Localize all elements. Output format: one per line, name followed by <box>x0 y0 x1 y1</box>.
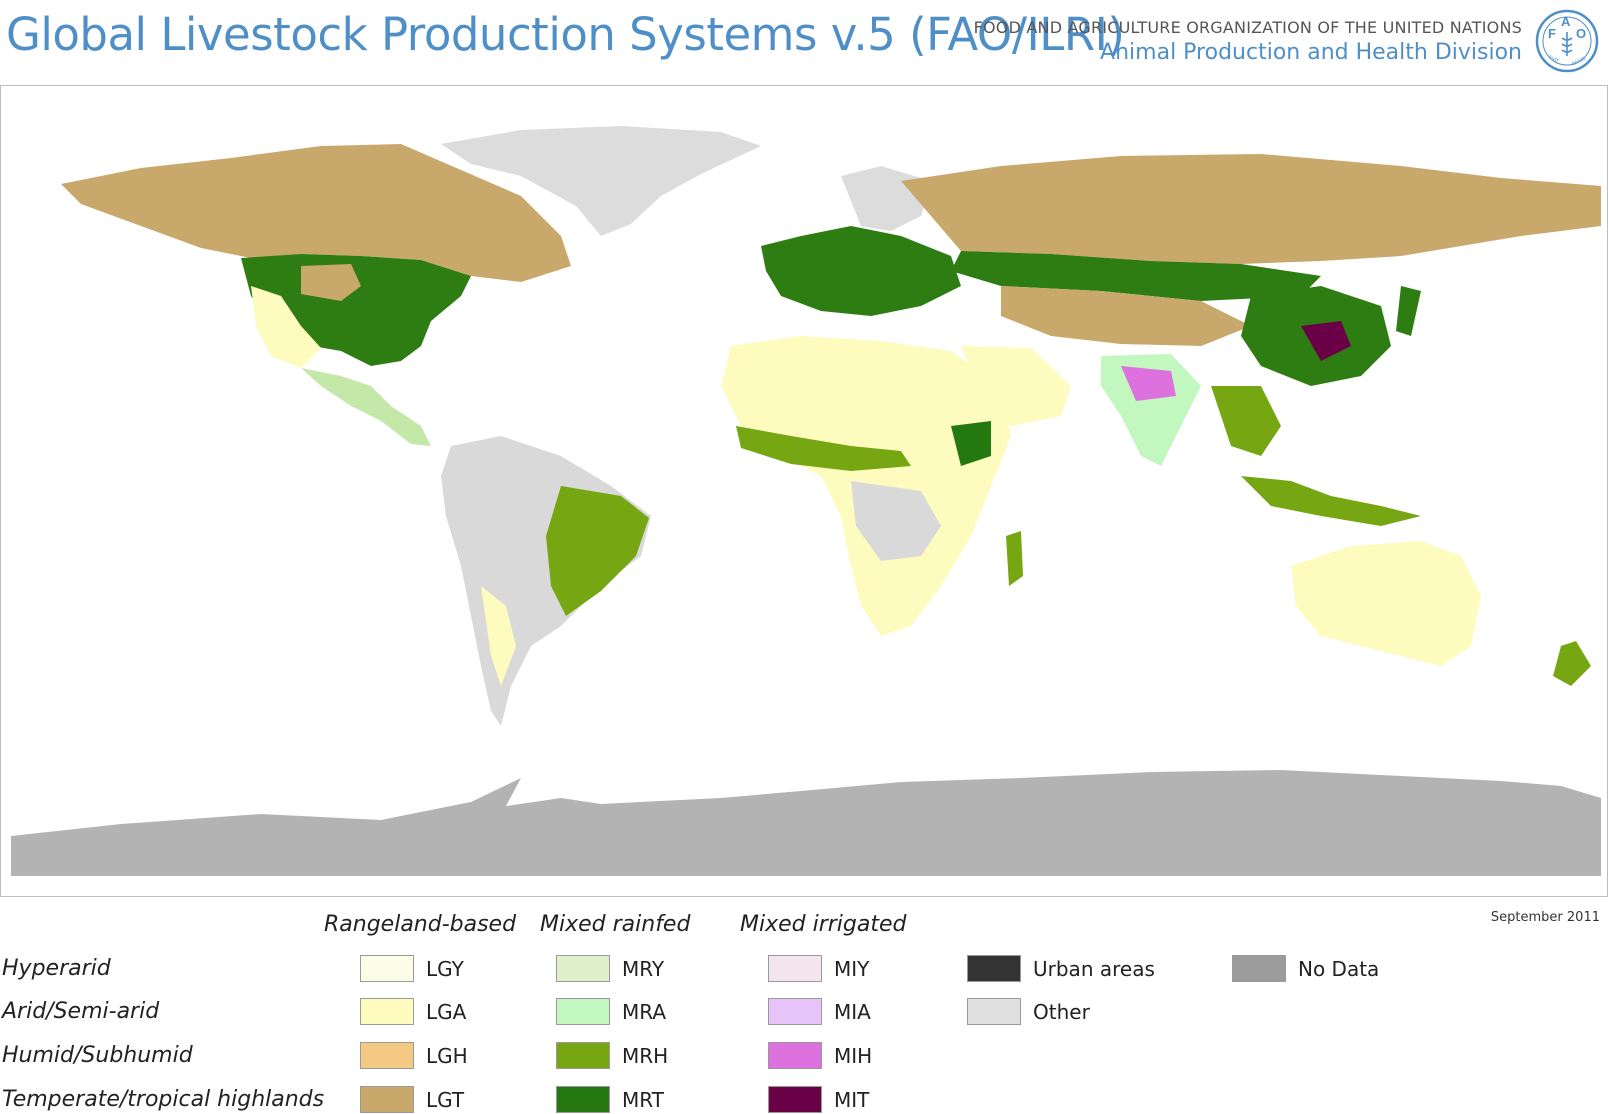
legend-swatch-mrt <box>556 1086 610 1113</box>
legend-swatch-mrh <box>556 1042 610 1069</box>
legend-swatch-mry <box>556 955 610 982</box>
svg-text:A: A <box>1561 14 1571 29</box>
legend-code-mry: MRY <box>622 957 665 981</box>
legend-swatch-mia <box>768 998 822 1025</box>
legend-code-mrh: MRH <box>622 1044 669 1068</box>
legend-swatch-urban-areas <box>967 955 1021 982</box>
legend-column-mixed-irrigated: Mixed irrigated <box>740 912 907 937</box>
map-date: September 2011 <box>1490 910 1600 925</box>
legend-code-lga: LGA <box>426 1000 467 1024</box>
header: Global Livestock Production Systems v.5 … <box>0 0 1608 84</box>
legend-swatch-mra <box>556 998 610 1025</box>
legend-label-no-data: No Data <box>1298 957 1380 981</box>
australia <box>1291 541 1481 666</box>
indonesia <box>1241 476 1421 526</box>
legend-code-lgt: LGT <box>426 1088 465 1112</box>
map-title: Global Livestock Production Systems v.5 … <box>6 8 1125 61</box>
legend-label-urban-areas: Urban areas <box>1033 957 1155 981</box>
legend-row-humid: Humid/Subhumid <box>2 1043 193 1068</box>
legend-row-arid: Arid/Semi-arid <box>2 999 160 1024</box>
legend-swatch-mih <box>768 1042 822 1069</box>
legend-code-miy: MIY <box>834 957 870 981</box>
legend-swatch-mit <box>768 1086 822 1113</box>
japan <box>1396 286 1421 336</box>
legend-code-lgh: LGH <box>426 1044 468 1068</box>
legend-column-mixed-rainfed: Mixed rainfed <box>540 912 691 937</box>
world-map-icon <box>11 126 1601 876</box>
southeast-asia <box>1211 386 1281 456</box>
svg-text:F: F <box>1548 26 1556 41</box>
legend-swatch-lgy <box>360 955 414 982</box>
legend-code-mia: MIA <box>834 1000 871 1024</box>
south-america <box>441 436 651 726</box>
legend-swatch-other <box>967 998 1021 1025</box>
legend-code-mih: MIH <box>834 1044 873 1068</box>
legend-swatch-lgt <box>360 1086 414 1113</box>
organization-name: FOOD AND AGRICULTURE ORGANIZATION OF THE… <box>973 18 1522 37</box>
legend-swatch-no-data <box>1232 955 1286 982</box>
siberia <box>901 154 1601 264</box>
division-name: Animal Production and Health Division <box>1100 40 1522 65</box>
legend-swatch-lgh <box>360 1042 414 1069</box>
madagascar <box>1006 531 1023 586</box>
antarctica <box>11 770 1601 876</box>
fao-logo-icon: F A O FIAT PANIS <box>1535 9 1599 73</box>
legend-column-rangeland: Rangeland-based <box>324 912 517 937</box>
legend-code-lgy: LGY <box>426 957 464 981</box>
central-america <box>301 368 431 446</box>
legend-row-highlands: Temperate/tropical highlands <box>2 1087 325 1112</box>
legend-swatch-miy <box>768 955 822 982</box>
map-area[interactable] <box>0 85 1608 897</box>
svg-text:O: O <box>1576 26 1586 41</box>
legend-code-mit: MIT <box>834 1088 870 1112</box>
legend-code-mrt: MRT <box>622 1088 664 1112</box>
new-zealand <box>1553 641 1591 686</box>
legend-swatch-lga <box>360 998 414 1025</box>
legend-label-other: Other <box>1033 1000 1090 1024</box>
legend-code-mra: MRA <box>622 1000 667 1024</box>
europe <box>761 226 961 316</box>
legend-row-hyperarid: Hyperarid <box>2 956 111 981</box>
